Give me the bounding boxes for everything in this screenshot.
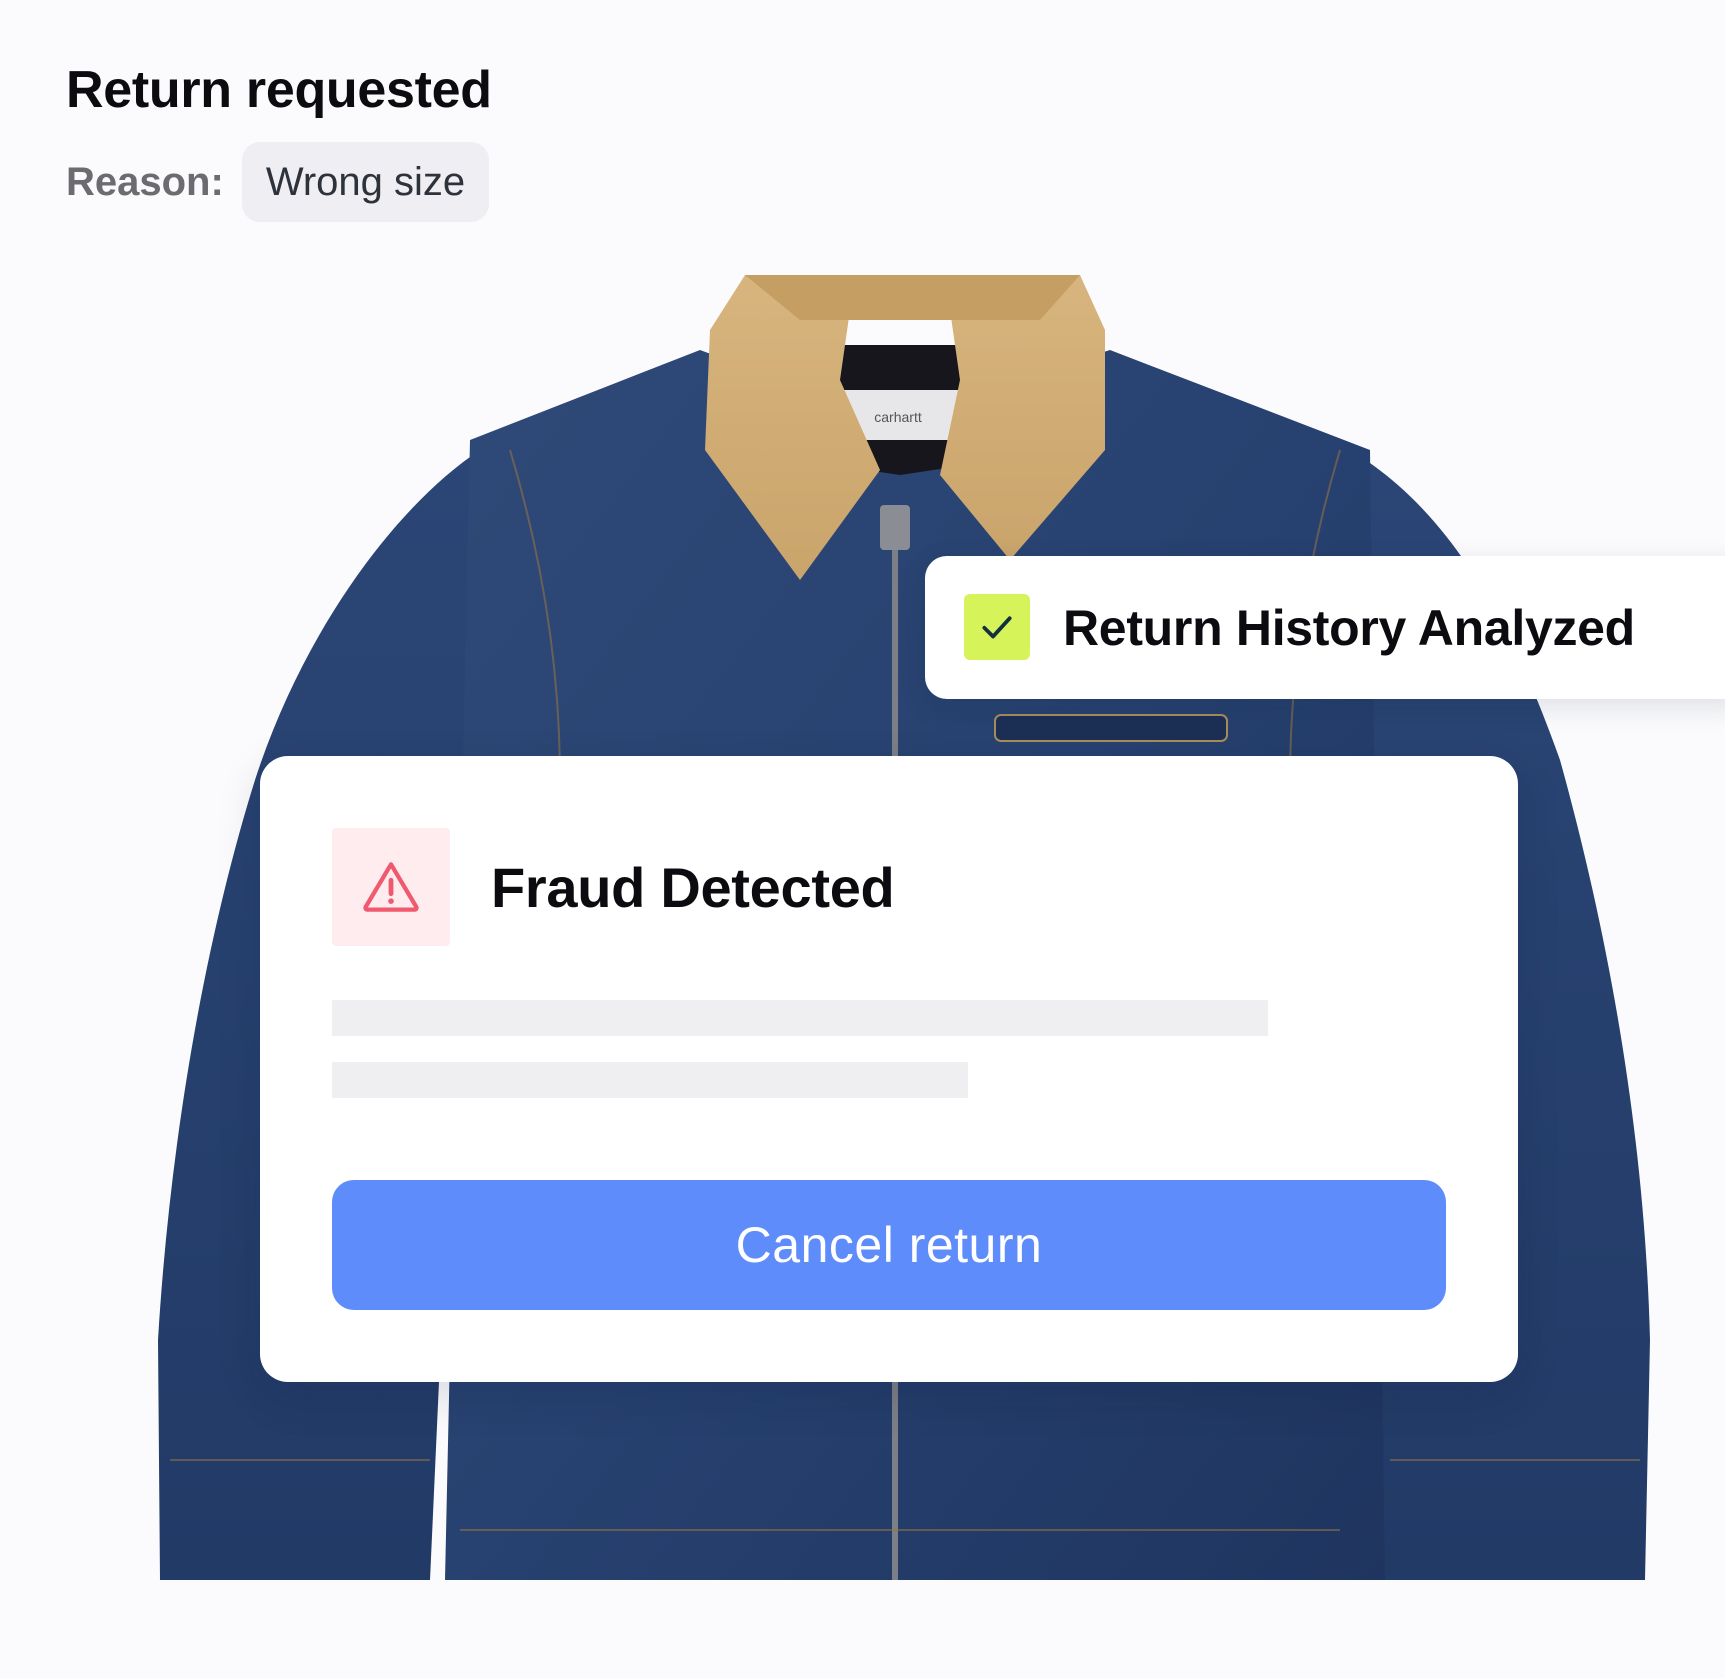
fraud-alert-title: Fraud Detected — [491, 855, 895, 919]
svg-text:carhartt: carhartt — [874, 409, 922, 425]
skeleton-text-line — [332, 1000, 1268, 1036]
jacket-chest-pocket — [994, 714, 1228, 742]
page-title: Return requested — [66, 61, 492, 119]
return-history-status-card: Return History Analyzed — [925, 556, 1725, 699]
reason-label: Reason: — [66, 159, 224, 204]
skeleton-text-line — [332, 1062, 968, 1098]
cancel-return-button[interactable]: Cancel return — [332, 1180, 1446, 1310]
fraud-alert-card: Fraud Detected Cancel return — [260, 756, 1518, 1382]
warning-triangle-icon — [332, 828, 450, 946]
return-history-status-text: Return History Analyzed — [1063, 599, 1635, 656]
check-icon — [964, 594, 1030, 660]
reason-row: Reason: Wrong size — [66, 142, 490, 222]
reason-chip: Wrong size — [241, 142, 490, 222]
